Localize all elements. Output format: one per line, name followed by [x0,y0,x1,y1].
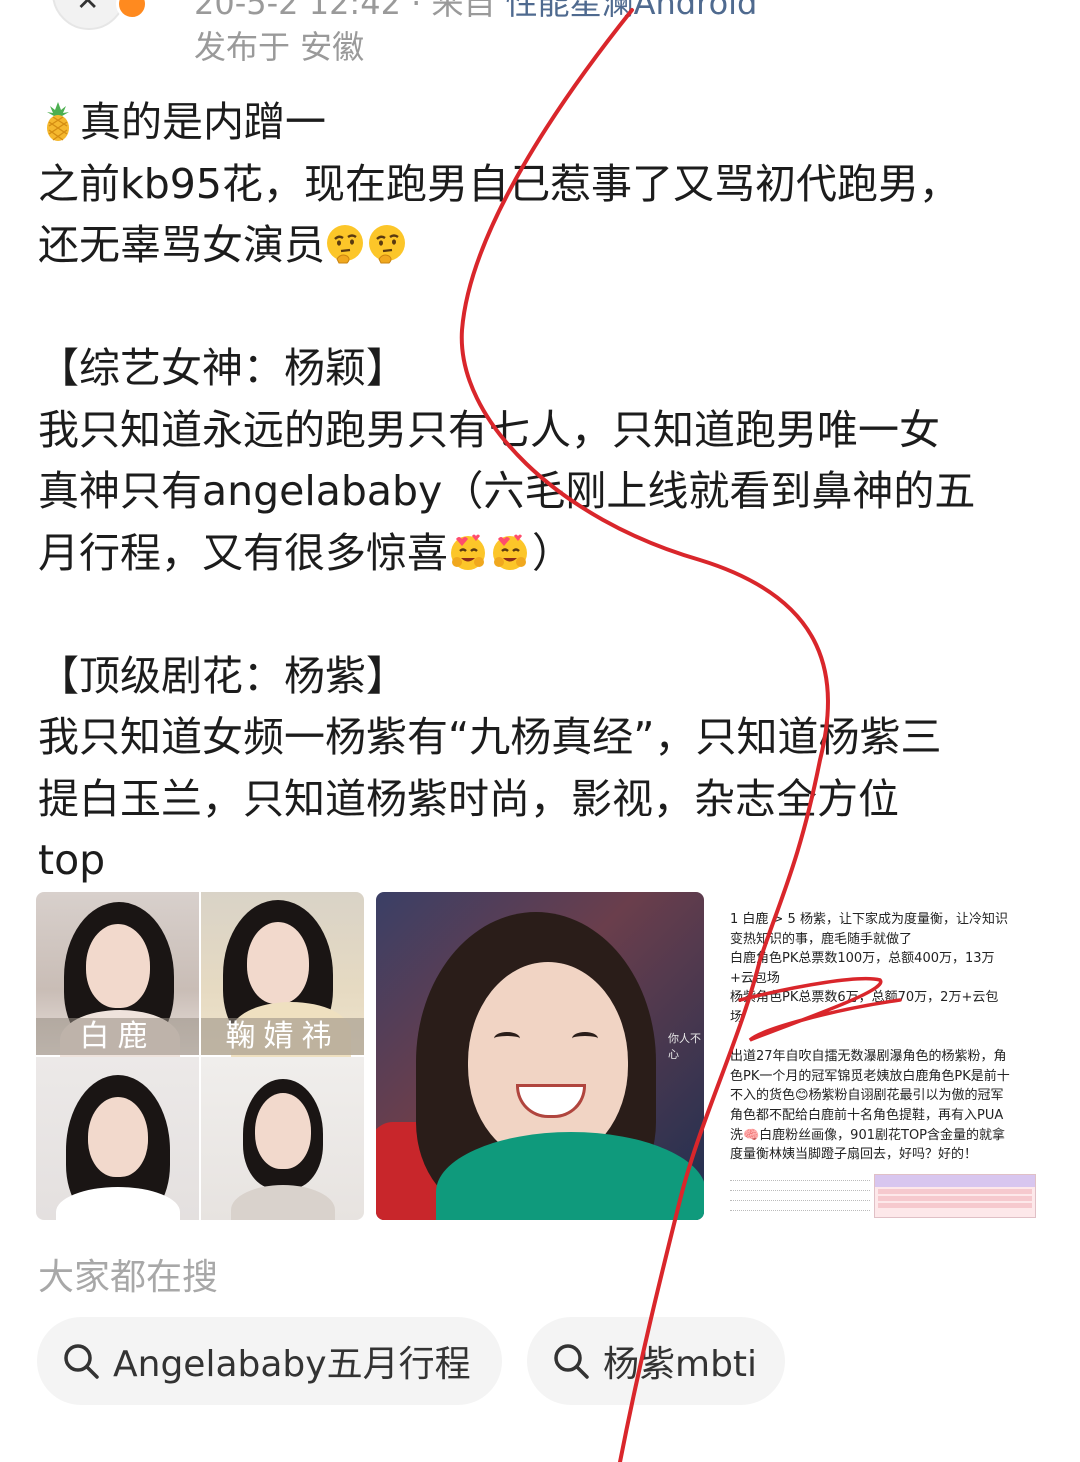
post-meta: 20-5-2 12:42 · 来自 性能星澜Android [194,0,757,24]
portrait-caption: 鞠婧祎 [201,1018,364,1055]
post-line: 真神只有angelababy（六毛刚上线就看到鼻神的五 [38,467,976,515]
user-avatar[interactable]: ✕ [52,0,126,30]
search-chip-angelababy[interactable]: Angelababy五月行程 [37,1317,502,1405]
search-icon [61,1341,101,1381]
thinking-emoji-icon [325,223,365,265]
post-line: 真的是内蹭一 [38,92,1038,154]
post-line-text: 还无辜骂女演员 [38,221,325,269]
post-timestamp: 20-5-2 12:42 · 来自 [194,0,506,22]
post-line: 【顶级剧花：杨紫】 [38,651,407,700]
vip-badge-icon [116,0,148,20]
portrait-tile [36,1057,199,1220]
portrait-caption: 白鹿 [36,1018,199,1055]
thinking-emoji-icon [367,223,407,265]
post-source-link[interactable]: 性能星澜Android [506,0,758,22]
post-line: top [38,836,106,884]
post-line: 之前kb95花，现在跑男自己惹事了又骂初代跑男， [38,159,960,208]
avatar-icon: ✕ [76,0,100,17]
image-watermark: 你人不心 [668,1032,701,1061]
screenshot-tables [730,1174,1036,1218]
post-line: 我只知道女频一杨紫有“九杨真经”，只知道杨紫三 [38,713,942,761]
post-line: 【综艺女神：杨颖】 [38,344,407,392]
post-line-text: ） [532,528,573,577]
post-image-text-screenshot[interactable]: 1 白鹿 > 5 杨紫，让下家成为度量衡，让冷知识 变热知识的事，鹿毛随手就做了… [716,892,1044,1220]
post-location: 发布于 安徽 [194,28,365,66]
pineapple-emoji-icon [38,100,78,142]
post-images: 白鹿 鞠婧祎 你人不心 1 白鹿 > 5 杨紫，让下家成为度量衡，让冷知识 变热… [36,892,1048,1220]
post-line: 还无辜骂女演员 [38,215,1038,277]
portrait-tile [201,1057,364,1220]
heart-face-emoji-icon [490,531,530,573]
post-header: ✕ 20-5-2 12:42 · 来自 性能星澜Android 发布于 安徽 [0,0,1080,80]
search-chip-label: 杨紫mbti [603,1344,758,1385]
post-line-text: 月行程，又有很多惊喜 [38,528,448,577]
search-chip-label: Angelababy五月行程 [113,1344,471,1385]
post-image-portrait-grid[interactable]: 白鹿 鞠婧祎 [36,892,364,1220]
trending-search-title: 大家都在搜 [38,1257,219,1298]
post-image-smiling-portrait[interactable]: 你人不心 [376,892,704,1220]
heart-face-emoji-icon [448,531,488,573]
search-icon [551,1341,591,1381]
post-line-text: 真的是内蹭一 [80,98,326,146]
post-content: 真的是内蹭一 之前kb95花，现在跑男自己惹事了又骂初代跑男， 还无辜骂女演员 … [38,92,1038,892]
screenshot-text: 1 白鹿 > 5 杨紫，让下家成为度量衡，让冷知识 变热知识的事，鹿毛随手就做了… [730,912,1010,1163]
search-chip-yangzi[interactable]: 杨紫mbti [527,1317,785,1405]
post-line: 我只知道永远的跑男只有七人，只知道跑男唯一女 [38,405,940,454]
post-line: 提白玉兰，只知道杨紫时尚，影视，杂志全方位 [38,774,899,823]
post-line: 月行程，又有很多惊喜 ） [38,523,1038,585]
